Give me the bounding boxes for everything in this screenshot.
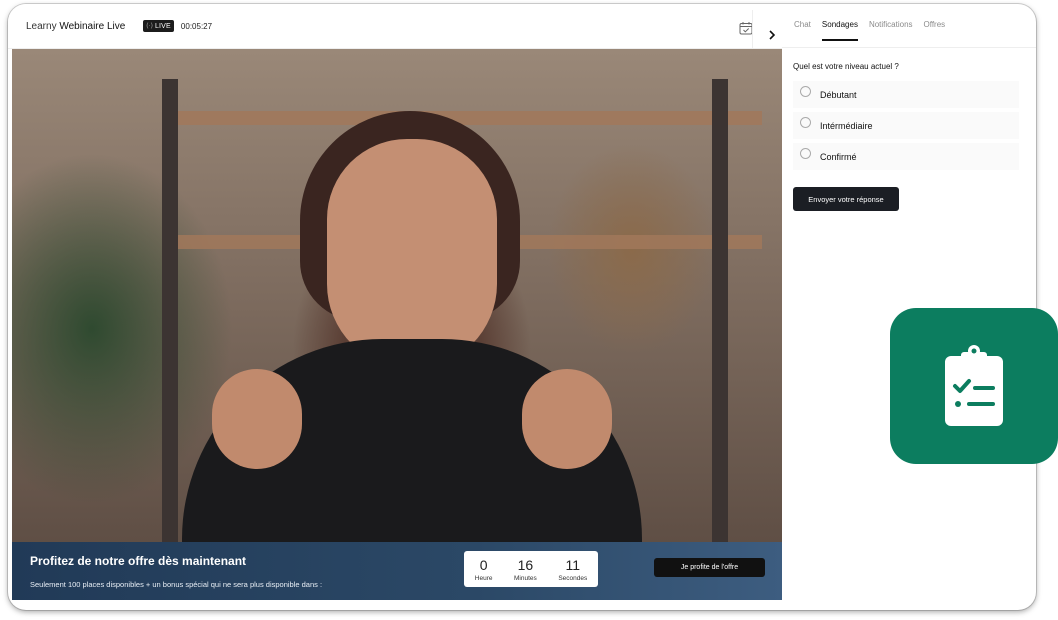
- claim-offer-button[interactable]: Je profite de l'offre: [654, 558, 765, 577]
- live-badge: (·) LIVE: [143, 20, 174, 32]
- countdown-hours-label: Heure: [474, 574, 493, 582]
- poll-option-debutant[interactable]: Débutant: [793, 81, 1019, 108]
- countdown-minutes: 16 Minutes: [514, 557, 537, 582]
- side-panel-tabs: Chat Sondages Notifications Offres: [794, 20, 945, 41]
- radio-button[interactable]: [800, 86, 811, 97]
- poll-option-confirme[interactable]: Confirmé: [793, 143, 1019, 170]
- countdown-minutes-value: 16: [517, 556, 534, 573]
- presenter-face: [327, 139, 497, 369]
- live-label: LIVE: [154, 22, 171, 30]
- countdown-seconds-value: 11: [565, 556, 581, 573]
- countdown-seconds-label: Secondes: [558, 574, 588, 582]
- header-divider: [752, 10, 753, 48]
- clipboard-checklist-icon: [890, 308, 1058, 464]
- poll-option-intermediaire[interactable]: Intérmédiaire: [793, 112, 1019, 139]
- presenter-hand: [212, 369, 302, 469]
- countdown-seconds: 11 Secondes: [558, 557, 587, 582]
- offer-subtitle: Seulement 100 places disponibles + un bo…: [30, 580, 323, 589]
- live-broadcast-icon: (·): [146, 23, 153, 29]
- poll-option-label: Débutant: [820, 89, 857, 100]
- submit-poll-button[interactable]: Envoyer votre réponse: [793, 187, 899, 211]
- header-bar: Learny Webinaire Live (·) LIVE 00:05:27: [8, 4, 782, 49]
- countdown-hours: 0 Heure: [475, 557, 493, 582]
- radio-button[interactable]: [800, 117, 811, 128]
- bg-shelf: [162, 111, 762, 125]
- tabs-divider: [782, 47, 1036, 48]
- video-player[interactable]: Profitez de notre offre dès maintenant S…: [12, 49, 782, 600]
- countdown-minutes-label: Minutes: [514, 574, 537, 582]
- tab-notifications[interactable]: Notifications: [869, 20, 913, 41]
- countdown-hours-value: 0: [479, 556, 488, 573]
- brand-prefix: Learny: [26, 20, 57, 32]
- poll-option-label: Confirmé: [820, 151, 857, 162]
- bg-post: [162, 79, 178, 559]
- elapsed-timer: 00:05:27: [180, 21, 213, 31]
- poll-question: Quel est votre niveau actuel ?: [793, 62, 899, 71]
- poll-option-label: Intérmédiaire: [820, 120, 873, 131]
- chevron-right-icon[interactable]: [764, 27, 780, 43]
- offer-banner: Profitez de notre offre dès maintenant S…: [12, 542, 782, 600]
- tab-offres[interactable]: Offres: [924, 20, 946, 41]
- offer-countdown: 0 Heure 16 Minutes 11 Secondes: [464, 551, 598, 587]
- tab-chat[interactable]: Chat: [794, 20, 811, 41]
- radio-button[interactable]: [800, 148, 811, 159]
- bg-post: [712, 79, 728, 559]
- brand-name: Webinaire Live: [59, 20, 126, 32]
- tab-sondages[interactable]: Sondages: [821, 20, 858, 41]
- presenter-hand: [522, 369, 612, 469]
- brand-title: Learny Webinaire Live: [26, 21, 125, 32]
- webinar-window: Learny Webinaire Live (·) LIVE 00:05:27: [8, 4, 1036, 610]
